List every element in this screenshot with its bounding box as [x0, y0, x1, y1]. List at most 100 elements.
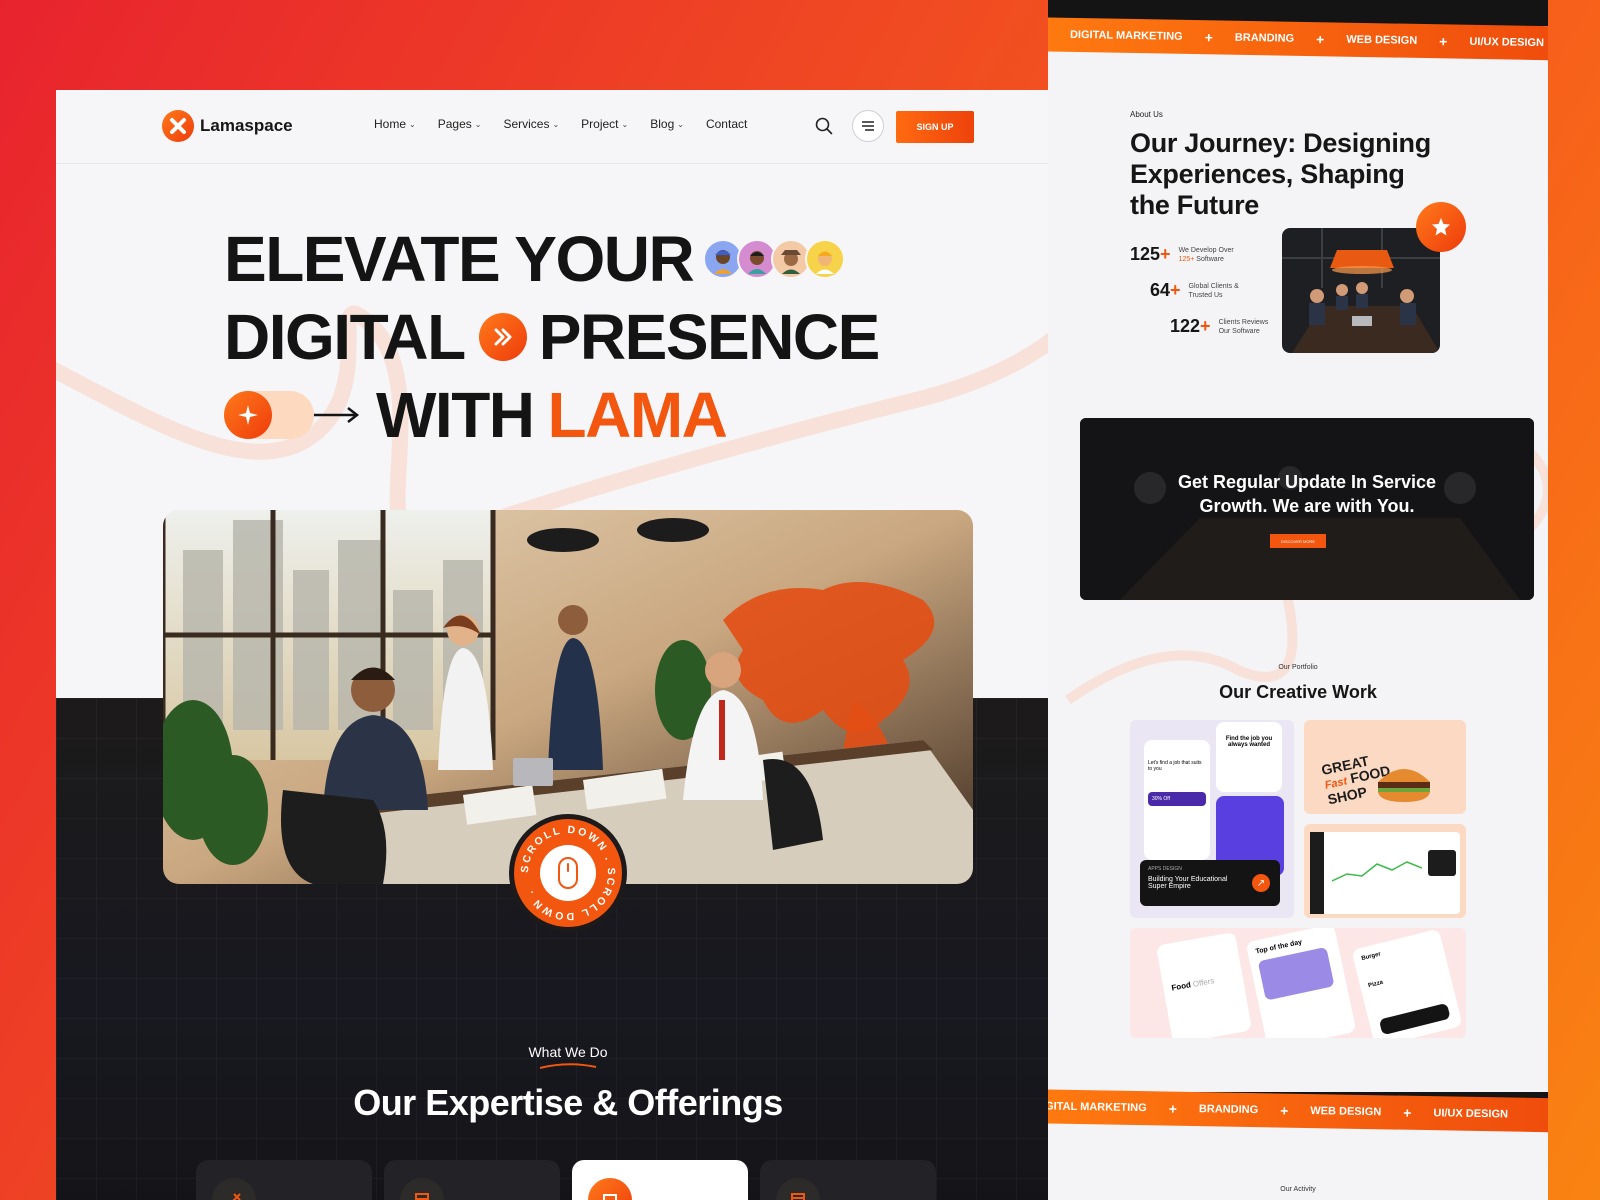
about-tag: About Us	[1130, 110, 1163, 119]
ticker-item: BRANDING	[1198, 1103, 1259, 1117]
phone-mockup: Top of the day	[1245, 928, 1357, 1038]
layout-icon	[400, 1178, 444, 1200]
arrow-up-right-icon[interactable]: ↗	[1252, 874, 1270, 892]
dashboard-sidebar	[1310, 832, 1324, 914]
service-card[interactable]	[760, 1160, 936, 1200]
avatar-group	[703, 239, 846, 279]
nav-label: Home	[374, 117, 407, 131]
hero-text: DIGITAL	[224, 301, 466, 373]
portfolio-title: Our Creative Work	[1219, 682, 1377, 702]
sparkle-icon	[224, 391, 272, 439]
scroll-down-badge[interactable]: SCROLL DOWN . SCROLL DOWN .	[509, 814, 627, 932]
nav-item-home[interactable]: Home ⌄	[374, 117, 416, 131]
meeting-photo	[1282, 228, 1440, 353]
dashboard-widget	[1428, 850, 1456, 876]
about-title: Our Journey: Designing Experiences, Shap…	[1130, 128, 1431, 220]
discover-more-button[interactable]: DISCOVER MORE	[1270, 534, 1326, 548]
mockup-text: Offers	[1192, 976, 1216, 989]
edit-icon	[588, 1178, 632, 1200]
stat-suffix: +	[1160, 244, 1171, 264]
award-badge	[1416, 202, 1466, 252]
phone-mockup: Food Offers	[1155, 931, 1253, 1038]
stat-item: 125+ We Develop Over 125+ Software	[1130, 244, 1243, 265]
stat-label-line: Our Software	[1218, 327, 1260, 335]
hotdog-card	[1257, 946, 1335, 1001]
signup-button[interactable]: SIGN UP	[896, 111, 974, 143]
service-card[interactable]	[196, 1160, 372, 1200]
underline-swoosh-icon	[539, 1063, 597, 1069]
portfolio-card[interactable]: GREAT Fast FOOD SHOP	[1304, 720, 1466, 814]
logo[interactable]: Lamaspace	[162, 110, 293, 142]
ticker-item: WEB DESIGN	[1310, 1105, 1382, 1119]
star-icon	[1432, 218, 1450, 236]
mockup-text: Burger	[1360, 951, 1382, 963]
about-image	[1282, 228, 1440, 353]
chevron-down-icon: ⌄	[552, 119, 560, 129]
double-chevron-icon	[478, 313, 527, 361]
stat-value: 125	[1130, 244, 1161, 264]
plus-icon: +	[1439, 33, 1448, 50]
tools-icon	[212, 1178, 256, 1200]
cta-heading: Get Regular Update In Service Growth. We…	[1080, 470, 1534, 518]
line-chart-icon	[1332, 861, 1422, 882]
ticker-item: WEB DESIGN	[1346, 33, 1418, 47]
service-card-active[interactable]	[572, 1160, 748, 1200]
plus-icon: +	[1168, 1100, 1178, 1117]
stat-label: Clients Reviews Our Software	[1219, 318, 1283, 336]
chevron-down-icon: ⌄	[621, 119, 629, 129]
chevron-down-icon: ⌄	[677, 119, 684, 129]
ticker-item: DIGITAL MARKETING	[1069, 28, 1183, 43]
portfolio-caption: APPS DESIGN Building Your Educational Su…	[1140, 860, 1280, 906]
caption-tag: APPS DESIGN	[1148, 866, 1182, 872]
stat-label-line: We Develop Over	[1178, 246, 1234, 254]
cta-line: Get Regular Update In Service	[1177, 472, 1437, 492]
hero-text: PRESENCE	[538, 301, 881, 373]
portfolio-card[interactable]	[1304, 824, 1466, 918]
mockup-badge: 30% Off	[1148, 792, 1206, 806]
plus-icon: +	[1315, 31, 1325, 48]
scroll-badge-ring: SCROLL DOWN . SCROLL DOWN .	[514, 819, 622, 927]
plus-icon: +	[1204, 29, 1213, 46]
nav-label: Project	[581, 117, 619, 131]
landing-page-secondary: DIGITAL MARKETING + BRANDING + WEB DESIGN +…	[1048, 0, 1548, 1200]
ticker-item: IGITAL MARKETING	[1048, 1100, 1147, 1115]
stat-number: 125+	[1130, 244, 1171, 265]
stat-suffix: +	[1170, 280, 1181, 300]
mockup-text: Find the job you always wanted	[1225, 736, 1273, 748]
stat-suffix: +	[1200, 316, 1211, 336]
portfolio-tag: Our Portfolio	[1278, 664, 1318, 671]
plus-icon: +	[1403, 1104, 1412, 1121]
service-card[interactable]	[384, 1160, 560, 1200]
section-title: Our Expertise & Offerings	[353, 1082, 783, 1123]
nav-item-pages[interactable]: Pages ⌄	[438, 117, 482, 131]
nav-item-contact[interactable]: Contact	[706, 117, 747, 131]
avatar	[805, 239, 846, 279]
ticker-item: UI/UX DESIGN	[1469, 35, 1545, 50]
stat-label-line: Software	[1196, 255, 1224, 263]
stat-label: Global Clients & Trusted Us	[1189, 282, 1253, 300]
portfolio-card[interactable]: Food Offers Top of the day Burger Pizza	[1130, 928, 1466, 1038]
chevron-down-icon: ⌄	[474, 119, 482, 129]
stat-value: 122	[1170, 316, 1201, 336]
brand-name: Lamaspace	[200, 116, 293, 135]
stat-item: 122+ Clients Reviews Our Software	[1170, 316, 1283, 337]
hamburger-icon	[862, 121, 874, 131]
nav-item-services[interactable]: Services ⌄	[503, 117, 559, 131]
nav-item-project[interactable]: Project ⌄	[581, 117, 628, 131]
stat-label: We Develop Over 125+ Software	[1179, 246, 1243, 264]
search-icon[interactable]	[814, 116, 834, 136]
nav-item-blog[interactable]: Blog ⌄	[650, 117, 684, 131]
nav-label: Blog	[650, 117, 675, 131]
nav-label: Contact	[705, 117, 748, 131]
stat-number: 122+	[1170, 316, 1211, 337]
burger-icon	[1378, 769, 1430, 802]
portfolio-card[interactable]: Let's find a job that suits to you 30% O…	[1130, 720, 1294, 918]
menu-button[interactable]	[852, 110, 884, 142]
ticker-item: BRANDING	[1234, 31, 1295, 45]
nav-menu: Home ⌄ Pages ⌄ Services ⌄ Project ⌄ Blog ⌄ Co…	[374, 117, 747, 131]
hero-line-2: DIGITAL PRESENCE	[224, 300, 881, 374]
mockup-text: Pizza	[1367, 979, 1384, 990]
hero-line-1: ELEVATE YOUR	[224, 222, 846, 296]
hero-accent-text: LAMA	[547, 379, 728, 451]
mockup-nav	[1378, 1002, 1451, 1036]
